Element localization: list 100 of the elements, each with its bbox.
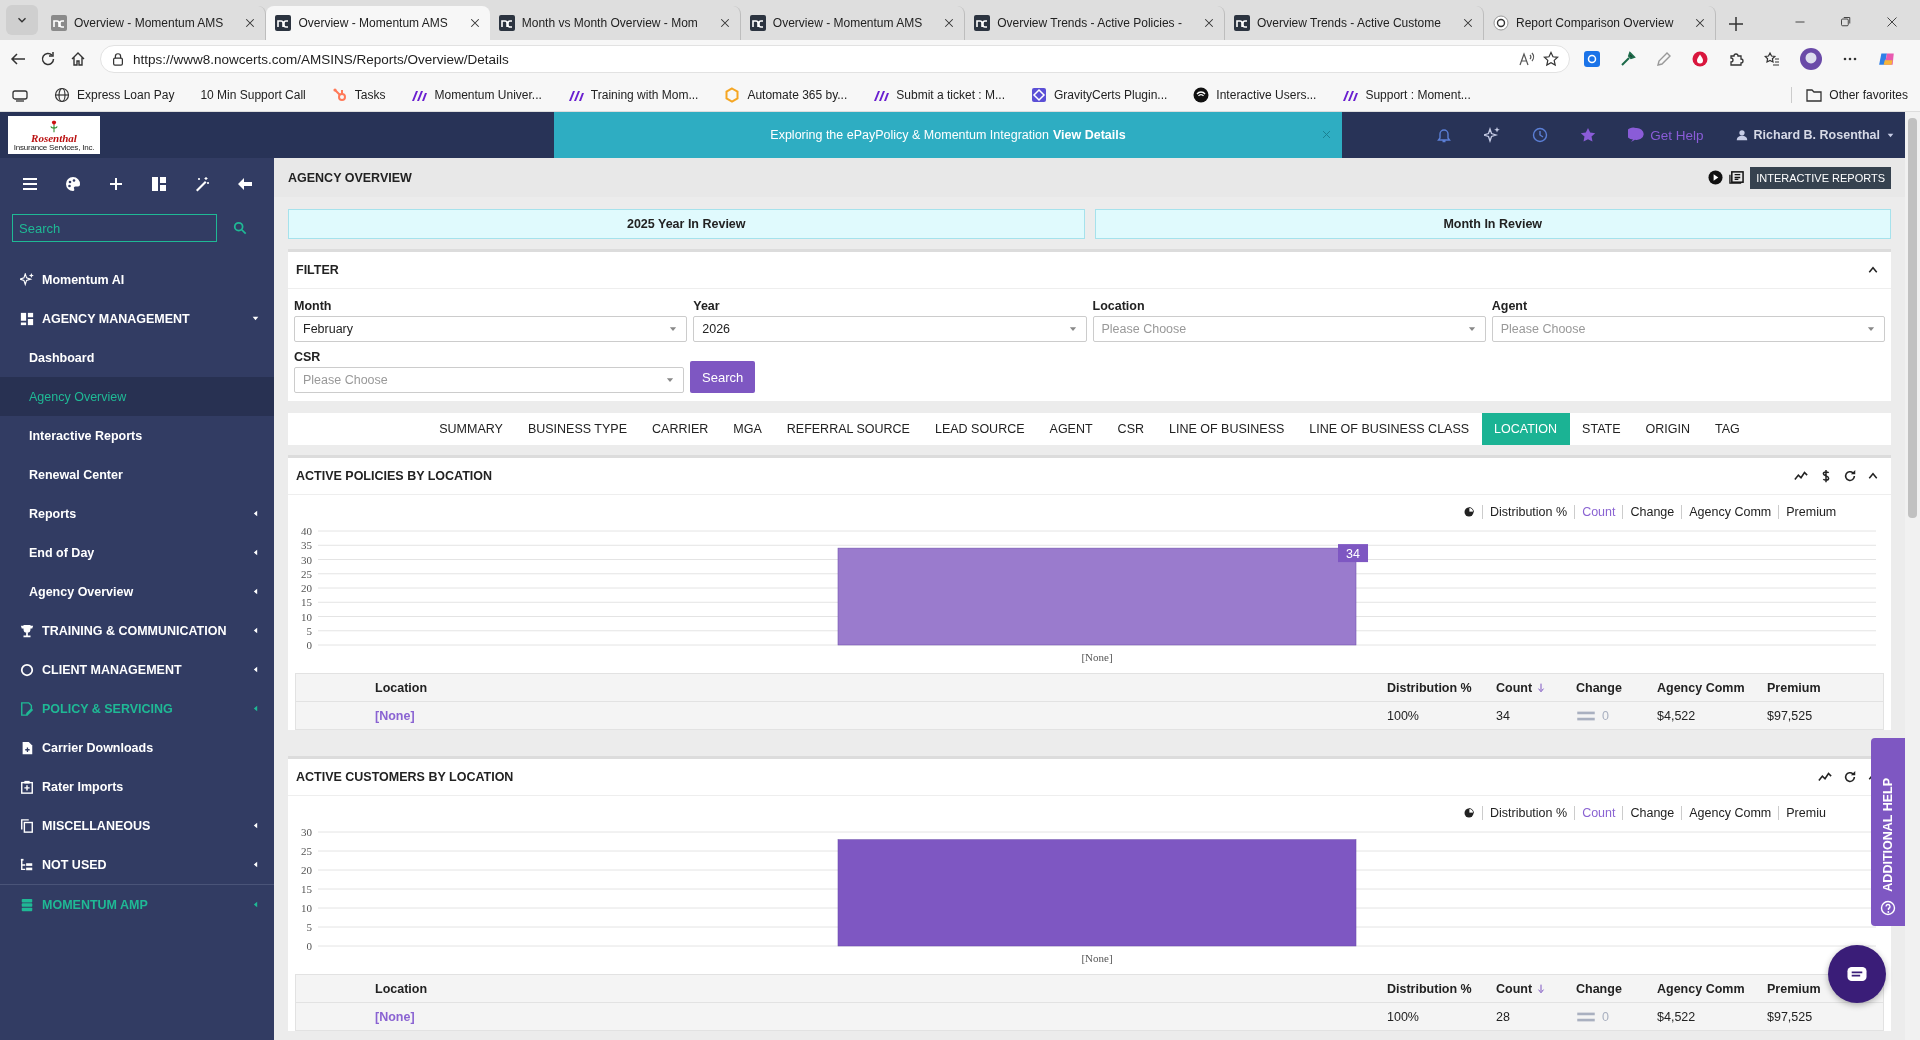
chart-option[interactable]: Agency Comm [1681,806,1779,820]
nav-item[interactable]: POLICY & SERVICING [0,689,274,728]
menu-icon[interactable] [21,176,38,192]
star-icon[interactable] [1580,127,1597,143]
report-tab[interactable]: LINE OF BUSINESS [1156,413,1297,445]
arrow-left-icon[interactable] [236,176,253,192]
column-header[interactable]: Change [1576,680,1622,695]
favorites-icon[interactable] [1764,51,1780,67]
nav-item[interactable]: Renewal Center [0,455,274,494]
eyedropper-icon[interactable] [1620,51,1636,67]
report-tab[interactable]: SUMMARY [426,413,516,445]
nav-item[interactable]: Agency Overview [0,572,274,611]
column-header[interactable]: Distribution % [1387,981,1472,996]
pie-chart-icon[interactable] [1463,807,1475,819]
chart-option[interactable]: Premium [1778,505,1844,519]
user-menu[interactable]: Richard B. Rosenthal [1735,128,1895,142]
star-icon[interactable] [1543,51,1559,67]
chart-option[interactable]: Change [1622,505,1682,519]
report-tab[interactable]: CSR [1105,413,1157,445]
report-tab[interactable]: AGENT [1037,413,1106,445]
chart-option[interactable]: Distribution % [1482,505,1575,519]
bookmark[interactable]: Express Loan Pay [54,86,175,103]
report-tab[interactable]: LINE OF BUSINESS CLASS [1296,413,1482,445]
bookmark[interactable]: Tasks [331,86,386,103]
column-header[interactable]: Distribution % [1387,680,1472,695]
chart-option[interactable]: Change [1622,806,1682,820]
report-tab[interactable]: CARRIER [639,413,721,445]
search-icon[interactable] [233,221,247,235]
nav-item[interactable]: Interactive Reports [0,416,274,455]
trend-icon[interactable] [1817,770,1833,784]
nav-item[interactable]: Dashboard [0,338,274,377]
column-header[interactable]: Location [375,981,428,996]
nav-item[interactable]: MISCELLANEOUS [0,806,274,845]
report-tab[interactable]: MGA [720,413,775,445]
pencil-icon[interactable] [1656,51,1672,67]
close-icon[interactable] [1694,17,1707,29]
bell-icon[interactable] [1436,127,1453,143]
trend-icon[interactable] [1793,469,1809,483]
nav-item[interactable]: AGENCY MANAGEMENT [0,299,274,338]
address-bar[interactable]: https://www8.nowcerts.com/AMSINS/Reports/Overview/Details [100,45,1570,73]
dropdown[interactable]: 2026 [693,316,1087,342]
bookmark[interactable]: Momentum Univer... [411,86,542,103]
additional-help-tab[interactable]: ADDITIONAL HELP [1871,738,1905,926]
report-tab[interactable]: TAG [1702,413,1753,445]
chart-option[interactable]: Distribution % [1482,806,1575,820]
location-link[interactable]: [None] [375,708,415,723]
layout-icon[interactable] [150,176,167,192]
nav-item[interactable]: MOMENTUM AMP [0,884,274,924]
review-button[interactable]: Month In Review [1094,209,1891,239]
puzzle-icon[interactable] [1728,51,1744,67]
report-tab[interactable]: STATE [1569,413,1634,445]
nav-item[interactable]: NOT USED [0,845,274,884]
plus-icon[interactable] [107,176,124,192]
chart-option[interactable]: Count [1574,505,1623,519]
refresh-icon[interactable] [1843,469,1857,483]
back-icon[interactable] [10,51,26,67]
close-icon[interactable] [468,17,481,29]
interactive-reports-button[interactable]: INTERACTIVE REPORTS [1750,166,1891,189]
newspaper-icon[interactable] [1729,170,1745,185]
chart-option[interactable]: Premiu [1778,806,1833,820]
close-icon[interactable] [718,17,731,29]
read-aloud-icon[interactable] [1519,51,1535,67]
company-logo[interactable]: Rosenthal Insurance Services, Inc. [8,116,100,154]
column-header[interactable]: Agency Comm [1657,981,1745,996]
play-icon[interactable] [1708,170,1724,185]
close-icon[interactable] [943,17,956,29]
nav-item[interactable]: End of Day [0,533,274,572]
review-button[interactable]: 2025 Year In Review [288,209,1085,239]
nav-item[interactable]: CLIENT MANAGEMENT [0,650,274,689]
column-header[interactable]: Premium [1767,981,1821,996]
report-tab[interactable]: BUSINESS TYPE [515,413,640,445]
nav-item[interactable]: Reports [0,494,274,533]
palette-icon[interactable] [64,176,81,192]
nav-item[interactable]: TRAINING & COMMUNICATION [0,611,274,650]
nav-item[interactable]: Carrier Downloads [0,728,274,767]
column-header[interactable]: Count [1496,680,1547,695]
column-header[interactable]: Location [375,680,428,695]
dropdown[interactable]: February [294,316,688,342]
refresh-icon[interactable] [40,51,56,67]
bookmark[interactable]: 10 Min Support Call [200,87,306,102]
column-header[interactable]: Agency Comm [1657,680,1745,695]
search-field[interactable]: Search [12,214,217,242]
bookmark[interactable]: Automate 365 by... [724,86,848,103]
home-icon[interactable] [70,51,86,67]
report-tab[interactable]: REFERRAL SOURCE [774,413,923,445]
pie-chart-icon[interactable] [1463,506,1475,518]
location-link[interactable]: [None] [375,1009,415,1024]
search-button[interactable]: Search [690,361,756,393]
chart-option[interactable]: Agency Comm [1681,505,1779,519]
restore-icon[interactable] [1840,16,1852,28]
close-icon[interactable] [244,17,257,29]
new-tab-icon[interactable] [1728,16,1745,32]
avatar-icon[interactable] [1800,48,1822,70]
column-header[interactable]: Premium [1767,680,1821,695]
browser-tab[interactable]: Overview - Momentum AMS [266,6,490,40]
nav-item[interactable]: Rater Imports [0,767,274,806]
clock-icon[interactable] [1532,127,1549,143]
close-icon[interactable] [1202,17,1215,29]
refresh-icon[interactable] [1843,770,1857,784]
bookmark[interactable]: Interactive Users... [1193,86,1317,103]
